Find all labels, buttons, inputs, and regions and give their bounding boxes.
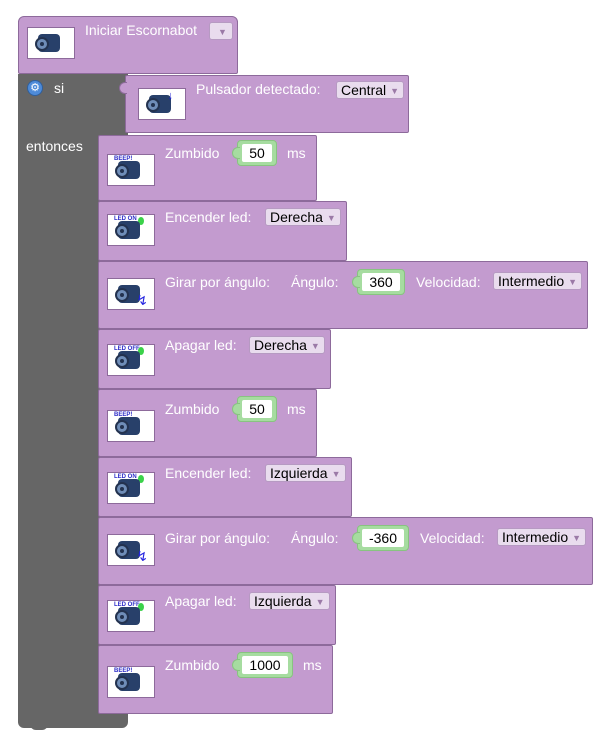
buzzer-duration-input[interactable]: 1000 — [232, 652, 293, 678]
buzzer-label: Zumbido — [165, 401, 220, 417]
speed-dropdown[interactable]: Intermedio ▼ — [497, 528, 587, 546]
si-label: si — [54, 80, 65, 96]
led-on-label: Encender led: — [165, 465, 252, 481]
if-block-tab — [30, 724, 48, 730]
turn-angle-block[interactable]: ↯ Girar por ángulo: Ángulo: -360 Velocid… — [98, 517, 593, 585]
led-off-label: Apagar led: — [165, 337, 237, 353]
angle-label: Ángulo: — [291, 274, 339, 290]
turn-robot-icon: ↯ — [107, 534, 155, 566]
buzzer-duration-input[interactable]: 50 — [232, 396, 277, 422]
buzzer-label: Zumbido — [165, 145, 220, 161]
led-off-label: Apagar led: — [165, 593, 237, 609]
start-block-label: Iniciar Escornabot — [85, 22, 198, 38]
buzzer-beep-icon: BEEP! — [107, 410, 155, 442]
buzzer-duration-input[interactable]: 50 — [232, 140, 277, 166]
led-off-block[interactable]: LED OFF Apagar led: Izquierda ▼ — [98, 585, 336, 645]
speed-label: Velocidad: — [420, 530, 485, 546]
turn-angle-block[interactable]: ↯ Girar por ángulo: Ángulo: 360 Velocida… — [98, 261, 588, 329]
speed-label: Velocidad: — [416, 274, 481, 290]
buzzer-label: Zumbido — [165, 657, 220, 673]
ms-unit-label: ms — [287, 401, 306, 417]
led-off-icon: LED OFF — [107, 600, 155, 632]
buzzer-block[interactable]: BEEP! Zumbido 1000 ms — [98, 645, 333, 714]
angle-input[interactable]: -360 — [352, 525, 409, 551]
start-escornabot-block[interactable]: Iniciar Escornabot ▼ — [18, 16, 238, 74]
start-block-dropdown[interactable]: ▼ — [209, 22, 233, 40]
led-side-dropdown[interactable]: Derecha ▼ — [249, 336, 325, 354]
buzzer-beep-icon: BEEP! — [107, 666, 155, 698]
button-select-dropdown[interactable]: Central ▼ — [336, 81, 405, 99]
buzzer-block[interactable]: BEEP! Zumbido 50 ms — [98, 135, 317, 201]
buzzer-beep-icon: BEEP! — [107, 154, 155, 186]
buzzer-block[interactable]: BEEP! Zumbido 50 ms — [98, 389, 317, 457]
turn-label: Girar por ángulo: — [165, 530, 271, 546]
led-on-label: Encender led: — [165, 209, 252, 225]
turn-robot-icon: ↯ — [107, 278, 155, 310]
escornabot-robot-icon — [27, 27, 75, 59]
turn-label: Girar por ángulo: — [165, 274, 271, 290]
button-detected-label: Pulsador detectado: — [196, 81, 321, 97]
led-side-dropdown[interactable]: Derecha ▼ — [265, 208, 341, 226]
led-side-dropdown[interactable]: Izquierda ▼ — [249, 592, 330, 610]
angle-input[interactable]: 360 — [352, 269, 405, 295]
ms-unit-label: ms — [303, 657, 322, 673]
button-press-icon: ↓ — [138, 88, 186, 120]
led-on-block[interactable]: LED ON Encender led: Derecha ▼ — [98, 201, 347, 261]
led-on-icon: LED ON — [107, 214, 155, 246]
angle-label: Ángulo: — [291, 530, 339, 546]
led-off-icon: LED OFF — [107, 344, 155, 376]
button-detected-block[interactable]: ↓ Pulsador detectado: Central ▼ — [119, 75, 409, 133]
led-on-icon: LED ON — [107, 472, 155, 504]
led-off-block[interactable]: LED OFF Apagar led: Derecha ▼ — [98, 329, 331, 389]
mutator-gear-icon[interactable]: ⚙ — [27, 80, 43, 96]
speed-dropdown[interactable]: Intermedio ▼ — [493, 272, 583, 290]
entonces-label: entonces — [26, 138, 83, 154]
led-side-dropdown[interactable]: Izquierda ▼ — [265, 464, 346, 482]
led-on-block[interactable]: LED ON Encender led: Izquierda ▼ — [98, 457, 352, 517]
ms-unit-label: ms — [287, 145, 306, 161]
